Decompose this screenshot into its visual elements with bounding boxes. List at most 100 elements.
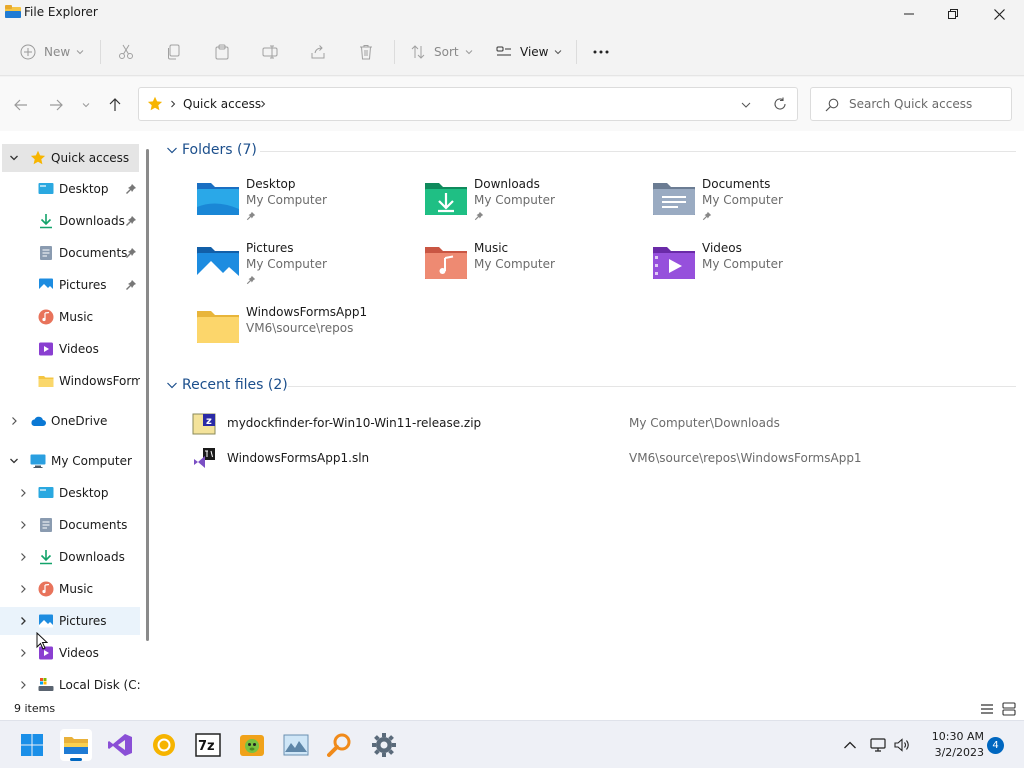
recent-file-row[interactable]: WindowsFormsApp1.sln VM6\source\repos\Wi… bbox=[192, 443, 992, 473]
rename-button[interactable] bbox=[262, 40, 278, 64]
pin-icon[interactable] bbox=[125, 279, 137, 291]
new-button[interactable]: New bbox=[20, 40, 84, 64]
sidebar-item-documents[interactable]: Documents bbox=[0, 239, 140, 267]
delete-button[interactable] bbox=[358, 40, 374, 64]
sidebar-item-my-computer[interactable]: My Computer bbox=[0, 447, 140, 475]
up-button[interactable] bbox=[106, 96, 124, 114]
sidebar-item-onedrive[interactable]: OneDrive bbox=[0, 407, 140, 435]
chevron-right-icon[interactable] bbox=[17, 679, 29, 691]
folder-tile-music[interactable]: Music My Computer bbox=[424, 241, 624, 301]
folders-group-header[interactable]: Folders (7) bbox=[166, 140, 257, 160]
refresh-icon[interactable] bbox=[773, 97, 787, 111]
taskbar-circle-app[interactable] bbox=[148, 729, 180, 761]
sidebar-item-pictures[interactable]: Pictures bbox=[0, 271, 140, 299]
clock[interactable]: 10:30 AM 3/2/2023 bbox=[922, 729, 984, 761]
tiles-view-icon[interactable] bbox=[1001, 701, 1017, 717]
restore-button[interactable] bbox=[930, 0, 976, 28]
copy-button[interactable] bbox=[166, 40, 182, 64]
taskbar-search-tool[interactable] bbox=[324, 729, 356, 761]
taskbar-visual-studio[interactable] bbox=[104, 729, 136, 761]
folder-name: WindowsFormsApp1 bbox=[246, 305, 368, 319]
chevron-right-icon[interactable] bbox=[17, 487, 29, 499]
chevron-right-icon[interactable] bbox=[17, 615, 29, 627]
chevron-right-icon[interactable] bbox=[8, 415, 20, 427]
sidebar-item-downloads[interactable]: Downloads bbox=[0, 207, 140, 235]
taskbar-game-app[interactable] bbox=[236, 729, 268, 761]
taskbar-7zip[interactable]: 7z bbox=[192, 729, 224, 761]
taskbar-file-explorer[interactable] bbox=[60, 729, 92, 761]
back-button[interactable] bbox=[12, 96, 30, 114]
folder-tile-documents[interactable]: Documents My Computer bbox=[652, 177, 852, 237]
pin-icon[interactable] bbox=[125, 183, 137, 195]
folder-name: Videos bbox=[702, 241, 742, 255]
downloads-icon bbox=[40, 214, 52, 229]
start-button[interactable] bbox=[16, 729, 48, 761]
close-button[interactable] bbox=[976, 0, 1022, 28]
cut-button[interactable] bbox=[118, 40, 134, 64]
search-box[interactable] bbox=[810, 87, 1012, 121]
view-button[interactable]: View bbox=[496, 40, 562, 64]
folder-tile-downloads[interactable]: Downloads My Computer bbox=[424, 177, 624, 237]
sidebar-item-label: Music bbox=[59, 582, 94, 596]
sidebar-item-pc-documents[interactable]: Documents bbox=[0, 511, 140, 539]
sidebar-item-pc-videos[interactable]: Videos bbox=[0, 639, 140, 667]
more-options-button[interactable] bbox=[592, 40, 610, 64]
address-bar[interactable]: Quick access bbox=[138, 87, 798, 121]
chevron-down-icon[interactable] bbox=[8, 455, 20, 467]
chevron-down-icon[interactable] bbox=[166, 145, 178, 155]
details-view-icon[interactable] bbox=[979, 701, 995, 717]
window-title: File Explorer bbox=[24, 5, 98, 19]
recent-file-row[interactable]: z mydockfinder-for-Win10-Win11-release.z… bbox=[192, 408, 992, 438]
sidebar-item-music[interactable]: Music bbox=[0, 303, 140, 331]
sidebar-item-desktop[interactable]: Desktop bbox=[0, 175, 140, 203]
paste-button[interactable] bbox=[214, 40, 230, 64]
recent-files-group-header[interactable]: Recent files (2) bbox=[166, 375, 288, 395]
sidebar-item-quick-access[interactable]: Quick access bbox=[2, 144, 139, 172]
chevron-right-icon[interactable] bbox=[17, 519, 29, 531]
sidebar-item-videos[interactable]: Videos bbox=[0, 335, 140, 363]
pin-icon[interactable] bbox=[125, 215, 137, 227]
taskbar-settings[interactable] bbox=[368, 729, 400, 761]
search-input[interactable] bbox=[849, 96, 1004, 112]
forward-button[interactable] bbox=[47, 96, 65, 114]
chevron-right-icon[interactable] bbox=[17, 551, 29, 563]
folder-tile-videos[interactable]: Videos My Computer bbox=[652, 241, 852, 301]
chevron-right-icon[interactable] bbox=[17, 647, 29, 659]
volume-tray-button[interactable] bbox=[892, 735, 912, 755]
chevron-down-icon[interactable] bbox=[166, 380, 178, 390]
network-tray-button[interactable] bbox=[868, 735, 888, 755]
sidebar-item-pc-desktop[interactable]: Desktop bbox=[0, 479, 140, 507]
show-hidden-icons-button[interactable] bbox=[840, 735, 860, 755]
sidebar-item-local-disk[interactable]: Local Disk (C:) bbox=[0, 671, 140, 698]
rename-icon bbox=[262, 45, 278, 59]
sidebar-item-label: Documents bbox=[59, 246, 128, 260]
folder-tile-pictures[interactable]: Pictures My Computer bbox=[196, 241, 396, 301]
pin-icon[interactable] bbox=[125, 247, 137, 259]
chevron-down-icon[interactable] bbox=[8, 152, 20, 164]
navigation-scrollbar[interactable] bbox=[146, 149, 149, 641]
share-button[interactable] bbox=[310, 40, 326, 64]
taskbar-photo-app[interactable] bbox=[280, 729, 312, 761]
navigation-pane: Quick access Desktop Downloads Documents… bbox=[0, 131, 156, 698]
sort-button[interactable]: Sort bbox=[410, 40, 473, 64]
sort-icon bbox=[411, 45, 425, 59]
chevron-right-icon[interactable] bbox=[17, 583, 29, 595]
folder-tile-desktop[interactable]: Desktop My Computer bbox=[196, 177, 396, 237]
folder-name: Documents bbox=[702, 177, 771, 191]
sidebar-item-pc-downloads[interactable]: Downloads bbox=[0, 543, 140, 571]
chevron-right-icon[interactable] bbox=[259, 100, 267, 108]
content-pane: Folders (7) Desktop My Computer Download… bbox=[156, 131, 1024, 698]
command-bar: New Sort View bbox=[0, 28, 1024, 76]
folder-tile-windowsformsapp1[interactable]: WindowsFormsApp1 VM6\source\repos bbox=[196, 305, 396, 365]
star-icon bbox=[30, 150, 46, 165]
documents-icon bbox=[40, 246, 52, 260]
recent-locations-button[interactable] bbox=[77, 96, 95, 114]
notification-badge[interactable]: 4 bbox=[987, 737, 1004, 754]
sidebar-item-pc-music[interactable]: Music bbox=[0, 575, 140, 603]
breadcrumb-quick-access[interactable]: Quick access bbox=[183, 97, 261, 111]
settings-icon bbox=[372, 733, 396, 757]
sidebar-item-pc-pictures[interactable]: Pictures bbox=[0, 607, 140, 635]
chevron-down-icon[interactable] bbox=[741, 100, 751, 110]
sidebar-item-windowsformsapp1[interactable]: WindowsFormsApp1 bbox=[0, 367, 140, 395]
minimize-button[interactable] bbox=[886, 0, 932, 28]
